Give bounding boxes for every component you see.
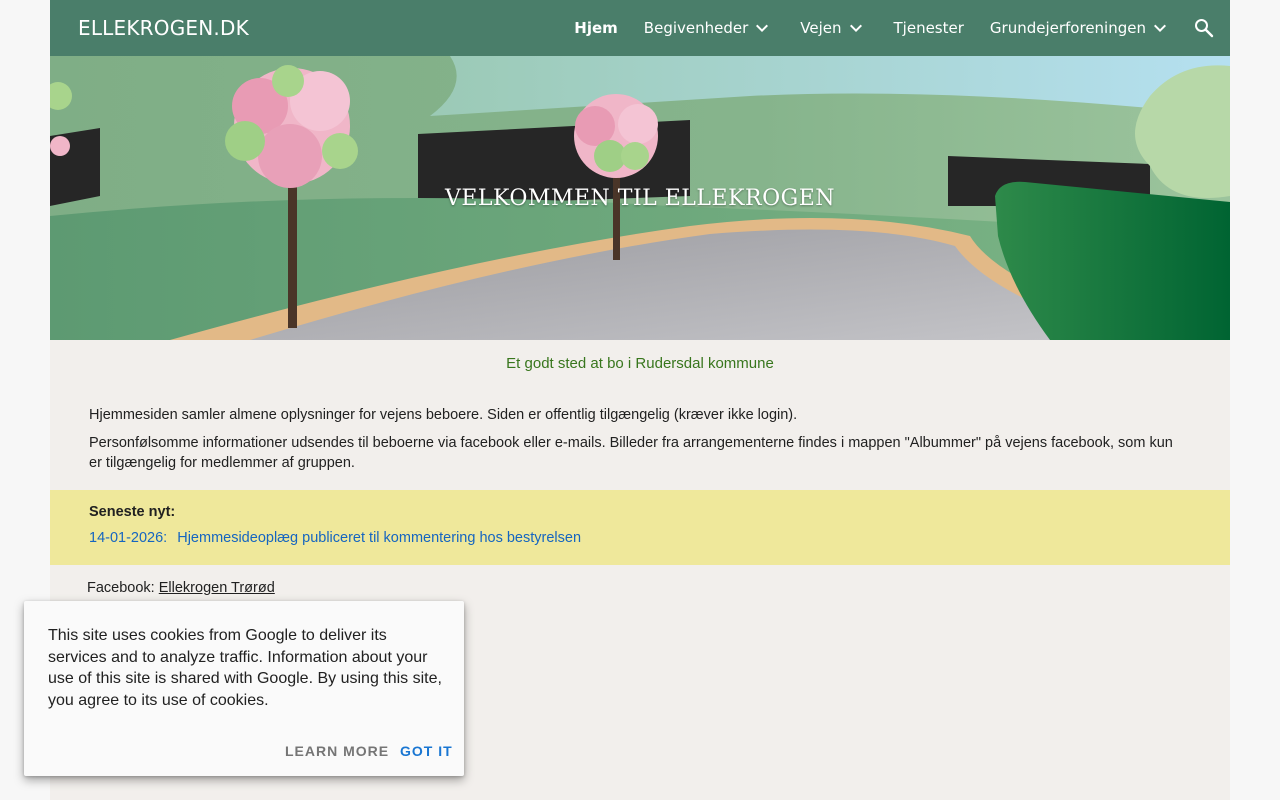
cookie-consent-banner: This site uses cookies from Google to de… [24,601,464,776]
intro-paragraph: Hjemmesiden samler almene oplysninger fo… [89,407,798,423]
top-navigation-bar: ELLEKROGEN.DK Hjem Begivenheder Vejen Tj… [50,0,1230,56]
chevron-down-icon[interactable] [750,16,774,40]
chevron-down-icon[interactable] [1148,16,1172,40]
privacy-paragraph: Personfølsomme informationer udsendes ti… [89,435,1173,471]
nav-item-label: Tjenester [893,19,964,37]
nav-item-vejen[interactable]: Vejen [800,16,867,40]
nav-item-label: Vejen [800,19,842,37]
nav-item-label: Begivenheder [643,19,749,37]
hero-banner: VELKOMMEN TIL ELLEKROGEN [50,56,1230,340]
latest-news-section: Seneste nyt: 14-01-2026: Hjemmesideoplæg… [50,490,1230,565]
site-title-link[interactable]: ELLEKROGEN.DK [78,16,249,40]
main-navigation: Hjem Begivenheder Vejen Tjenester Grunde… [548,0,1172,56]
cookie-notice-text: This site uses cookies from Google to de… [48,627,442,709]
nav-item-begivenheder[interactable]: Begivenheder [644,16,774,40]
nav-item-grundejerforeningen[interactable]: Grundejerforeningen [990,16,1172,40]
nav-item-label: Hjem [574,19,618,37]
nav-item-hjem[interactable]: Hjem [574,19,618,37]
learn-more-button[interactable]: LEARN MORE [285,743,389,759]
facebook-label: Facebook: [87,580,155,596]
search-icon[interactable] [1192,16,1216,40]
nav-item-tjenester[interactable]: Tjenester [894,19,964,37]
got-it-button[interactable]: GOT IT [400,743,453,759]
facebook-line: Facebook: Ellekrogen Trørød [87,580,275,596]
facebook-group-link[interactable]: Ellekrogen Trørød [159,580,275,596]
hero-title: VELKOMMEN TIL ELLEKROGEN [444,186,836,211]
news-item-link[interactable]: 14-01-2026: Hjemmesideoplæg publiceret t… [89,530,581,546]
chevron-down-icon[interactable] [844,16,868,40]
nav-item-label: Grundejerforeningen [989,19,1146,37]
tagline: Et godt sted at bo i Rudersdal kommune [506,355,774,372]
news-date: 14-01-2026: [89,530,168,546]
news-title: Hjemmesideoplæg publiceret til kommenter… [177,530,582,546]
news-heading: Seneste nyt: [89,504,176,520]
